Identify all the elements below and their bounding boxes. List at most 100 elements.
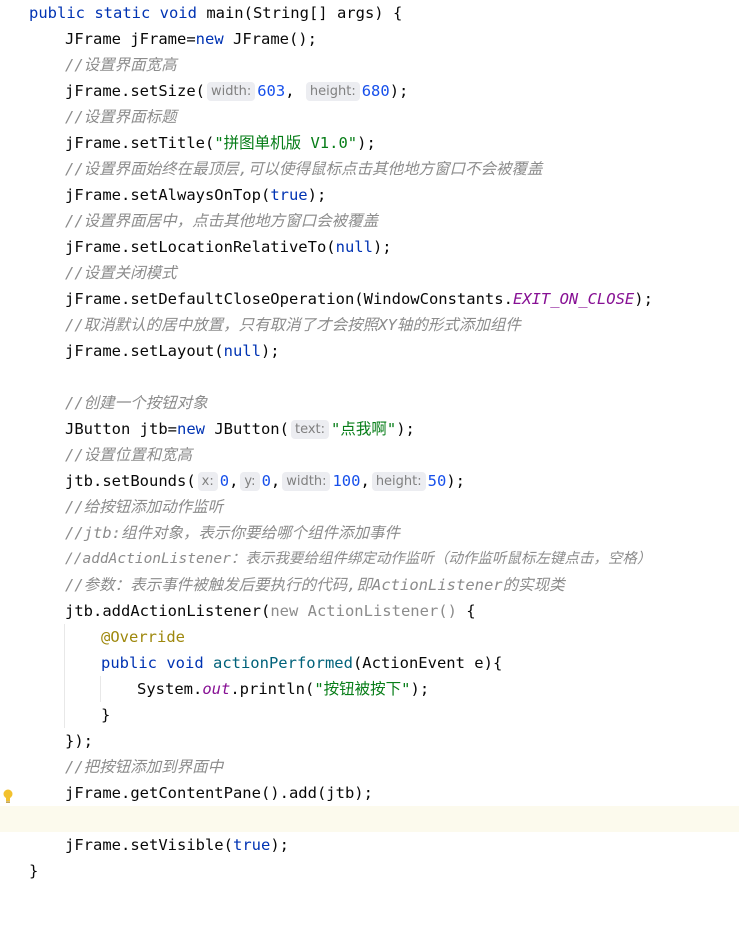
- code-line[interactable]: //设置界面标题: [0, 104, 739, 130]
- parameter-hint: height:: [305, 82, 360, 101]
- code-text: );: [372, 238, 392, 256]
- comment: //addActionListener：表示我要给组件绑定动作监听（动作监听鼠标…: [65, 551, 652, 567]
- code-line[interactable]: jFrame.setVisible(true);: [0, 832, 739, 858]
- code-line[interactable]: jFrame.getContentPane().add(jtb);: [0, 780, 739, 806]
- code-text: jFrame.setDefaultCloseOperation(WindowCo…: [65, 290, 513, 308]
- code-text: jtb.setBounds(: [65, 472, 196, 490]
- code-line[interactable]: jFrame.setSize(width: 603, height: 680);: [0, 78, 739, 104]
- code-text: JButton(: [204, 420, 289, 438]
- number-literal: 680: [361, 82, 390, 100]
- code-line[interactable]: //jtb:组件对象，表示你要给哪个组件添加事件: [0, 520, 739, 546]
- annotation: @Override: [101, 628, 185, 646]
- code-text: );: [260, 342, 280, 360]
- code-line[interactable]: jFrame.setAlwaysOnTop(true);: [0, 182, 739, 208]
- string-literal: "按钮被按下": [314, 680, 411, 698]
- comment: //设置界面居中，点击其他地方窗口会被覆盖: [65, 212, 379, 230]
- keyword: new: [176, 420, 205, 438]
- code-text: jFrame.setSize(: [65, 82, 205, 100]
- code-line[interactable]: }: [0, 858, 739, 884]
- current-line[interactable]: [0, 806, 739, 832]
- code-text: jFrame.setTitle(: [65, 134, 215, 152]
- code-line[interactable]: jtb.setBounds(x: 0, y: 0, width: 100, height: 5…: [0, 468, 739, 494]
- method-name: actionPerformed: [212, 654, 353, 672]
- code-text: jFrame.setVisible(: [65, 836, 233, 854]
- keyword: new: [195, 30, 224, 48]
- code-text: JButton jtb=: [65, 420, 177, 438]
- keyword: true: [232, 836, 271, 854]
- code-line[interactable]: System.out.println("按钮被按下");: [0, 676, 739, 702]
- code-text: main(String[] args) {: [206, 4, 403, 22]
- code-line[interactable]: //设置界面始终在最顶层,可以使得鼠标点击其他地方窗口不会被覆盖: [0, 156, 739, 182]
- code-line[interactable]: jFrame.setLayout(null);: [0, 338, 739, 364]
- parameter-hint: y:: [240, 472, 260, 491]
- code-text: });: [65, 732, 93, 750]
- comment: //把按钮添加到界面中: [65, 758, 224, 776]
- comment: //jtb:组件对象，表示你要给哪个组件添加事件: [65, 524, 400, 542]
- keyword: null: [335, 238, 373, 256]
- keyword: public void: [101, 654, 213, 672]
- comment: //设置界面标题: [65, 108, 177, 126]
- code-line[interactable]: @Override: [0, 624, 739, 650]
- code-line[interactable]: [0, 364, 739, 390]
- code-line[interactable]: //设置关闭模式: [0, 260, 739, 286]
- lightbulb-icon[interactable]: [3, 789, 13, 803]
- code-text: {: [456, 602, 476, 620]
- code-line[interactable]: jFrame.setLocationRelativeTo(null);: [0, 234, 739, 260]
- code-text: jFrame.setLayout(: [65, 342, 224, 360]
- comment: //设置位置和宽高: [65, 446, 193, 464]
- code-text: jFrame.getContentPane().add(jtb);: [65, 784, 373, 802]
- code-text: JFrame();: [223, 30, 317, 48]
- static-field: EXIT_ON_CLOSE: [512, 290, 635, 308]
- code-line[interactable]: //把按钮添加到界面中: [0, 754, 739, 780]
- code-line[interactable]: //设置界面宽高: [0, 52, 739, 78]
- code-line[interactable]: //addActionListener：表示我要给组件绑定动作监听（动作监听鼠标…: [0, 546, 739, 572]
- code-text: ,: [229, 472, 239, 490]
- string-literal: "点我啊": [331, 420, 397, 438]
- code-text: .println(: [230, 680, 315, 698]
- string-literal: "拼图单机版 V1.0": [214, 134, 358, 152]
- static-field: out: [202, 680, 231, 698]
- number-literal: 0: [219, 472, 230, 490]
- code-line[interactable]: jtb.addActionListener(new ActionListener…: [0, 598, 739, 624]
- number-literal: 0: [261, 472, 271, 490]
- code-text: jtb.addActionListener(: [65, 602, 271, 620]
- comment: //取消默认的居中放置，只有取消了才会按照XY轴的形式添加组件: [65, 316, 521, 334]
- code-text: );: [270, 836, 289, 854]
- parameter-hint: x:: [197, 472, 218, 491]
- code-line[interactable]: //设置界面居中，点击其他地方窗口会被覆盖: [0, 208, 739, 234]
- code-line[interactable]: }: [0, 702, 739, 728]
- code-text: );: [307, 186, 327, 204]
- parameter-hint: height:: [371, 472, 426, 491]
- parameter-hint: width:: [206, 82, 256, 101]
- code-line[interactable]: //取消默认的居中放置，只有取消了才会按照XY轴的形式添加组件: [0, 312, 739, 338]
- parameter-hint: width:: [282, 472, 331, 491]
- comment: //参数：表示事件被触发后要执行的代码,即ActionListener的实现类: [65, 576, 565, 594]
- keyword: null: [223, 342, 261, 360]
- code-line[interactable]: public void actionPerformed(ActionEvent …: [0, 650, 739, 676]
- code-line[interactable]: public static void main(String[] args) {: [0, 0, 739, 26]
- code-line[interactable]: JFrame jFrame=new JFrame();: [0, 26, 739, 52]
- code-editor[interactable]: public static void main(String[] args) {…: [0, 0, 739, 880]
- code-text: JFrame jFrame=: [65, 30, 196, 48]
- code-line[interactable]: jFrame.setDefaultCloseOperation(WindowCo…: [0, 286, 739, 312]
- code-line[interactable]: JButton jtb=new JButton(text: "点我啊");: [0, 416, 739, 442]
- code-text: }: [29, 862, 39, 880]
- number-literal: 100: [332, 472, 361, 490]
- code-line[interactable]: //给按钮添加动作监听: [0, 494, 739, 520]
- code-text: jFrame.setLocationRelativeTo(: [65, 238, 336, 256]
- number-literal: 603: [257, 82, 286, 100]
- code-text: );: [396, 420, 415, 438]
- number-literal: 50: [427, 472, 447, 490]
- code-line[interactable]: //参数：表示事件被触发后要执行的代码,即ActionListener的实现类: [0, 572, 739, 598]
- comment: //设置界面宽高: [65, 56, 177, 74]
- code-text: );: [357, 134, 376, 152]
- code-line[interactable]: });: [0, 728, 739, 754]
- code-line[interactable]: jFrame.setTitle("拼图单机版 V1.0");: [0, 130, 739, 156]
- comment: //设置界面始终在最顶层,可以使得鼠标点击其他地方窗口不会被覆盖: [65, 160, 543, 178]
- parameter-hint: text:: [290, 420, 330, 439]
- code-line[interactable]: //创建一个按钮对象: [0, 390, 739, 416]
- comment: //创建一个按钮对象: [65, 394, 208, 412]
- code-line[interactable]: //设置位置和宽高: [0, 442, 739, 468]
- keyword: public static void: [29, 4, 207, 22]
- code-text: ,: [285, 82, 304, 100]
